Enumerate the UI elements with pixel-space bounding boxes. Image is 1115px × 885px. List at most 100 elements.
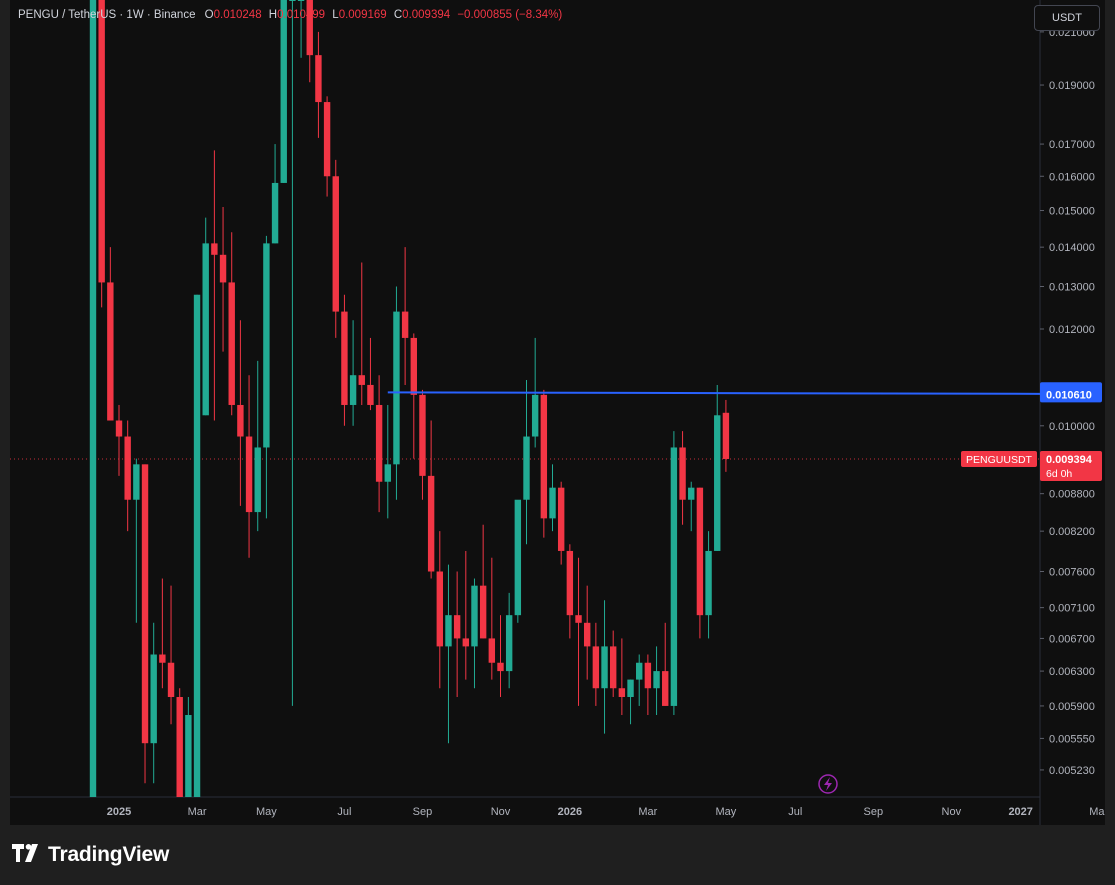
- y-tick-label: 0.007100: [1049, 603, 1095, 615]
- candle: [419, 389, 426, 500]
- candle: [254, 360, 261, 532]
- last-price-label: 0.009394 6d 0h PENGUUSDT: [961, 450, 1102, 481]
- candle: [185, 697, 192, 797]
- candle: [202, 217, 209, 416]
- candle: [523, 380, 530, 545]
- candlestick-chart[interactable]: 0.0210000.0190000.0170000.0160000.015000…: [10, 0, 1105, 825]
- candle-body: [540, 394, 548, 519]
- y-tick-label: 0.010000: [1049, 421, 1095, 433]
- legend-close: 0.009394: [402, 9, 451, 21]
- candle-body: [297, 0, 305, 1]
- candle: [211, 150, 218, 421]
- candle: [653, 646, 660, 716]
- candle-body: [514, 499, 522, 616]
- lightning-icon: [818, 774, 838, 794]
- candle-body: [436, 571, 443, 647]
- x-tick-label: 2027: [1008, 806, 1032, 818]
- x-tick-label: May: [256, 806, 277, 818]
- y-tick-label: 0.008800: [1049, 489, 1095, 501]
- candle-body: [280, 0, 287, 183]
- candle: [159, 578, 166, 689]
- candle: [670, 431, 678, 716]
- brand-name: TradingView: [48, 843, 170, 866]
- candle-body: [219, 254, 227, 283]
- y-tick-label: 0.017000: [1049, 139, 1095, 151]
- candle: [471, 578, 478, 689]
- candle-body: [315, 55, 322, 103]
- candle-body: [644, 662, 652, 689]
- candle-body: [245, 436, 253, 513]
- price-label-text: 0.009394: [1046, 454, 1093, 466]
- candle-body: [115, 420, 123, 437]
- x-tick-label: Mar: [188, 806, 207, 818]
- symbol-legend: PENGU / TetherUS · 1W · Binance O0.01024…: [18, 9, 562, 21]
- x-tick-label: 2026: [558, 806, 582, 818]
- y-tick-label: 0.019000: [1049, 80, 1095, 92]
- x-tick-label: Nov: [942, 806, 962, 818]
- candle: [566, 544, 574, 639]
- candle: [150, 622, 157, 784]
- candle: [107, 247, 114, 421]
- candle-body: [549, 487, 556, 519]
- candle: [375, 375, 383, 513]
- candle: [679, 431, 686, 525]
- y-tick-label: 0.006700: [1049, 633, 1095, 645]
- legend-close-label: C: [393, 9, 403, 21]
- candle: [514, 499, 522, 623]
- candle-body: [679, 447, 686, 500]
- candle-body: [289, 0, 296, 1]
- candle-body: [601, 646, 608, 689]
- candle: [384, 404, 391, 519]
- candle-body: [488, 638, 496, 663]
- candle-body: [211, 243, 218, 255]
- x-tick-label: May: [716, 806, 737, 818]
- countdown-text: 6d 0h: [1046, 468, 1072, 480]
- candle: [133, 458, 140, 623]
- candle: [124, 420, 131, 532]
- candle-body: [271, 182, 279, 244]
- lightning-bolt: [824, 777, 832, 791]
- y-tick-label: 0.012000: [1049, 324, 1095, 336]
- trendline: [387, 391, 1041, 395]
- candle-body: [176, 697, 183, 797]
- candle: [219, 207, 227, 352]
- currency-button[interactable]: USDT: [1034, 5, 1100, 31]
- candle-body: [332, 176, 339, 312]
- candle: [280, 0, 287, 183]
- candle-body: [185, 715, 192, 797]
- candle: [662, 622, 669, 706]
- candle: [445, 564, 452, 744]
- candle-body: [523, 436, 530, 500]
- candle: [193, 294, 201, 797]
- candle-body: [636, 662, 643, 680]
- candle: [479, 524, 487, 639]
- candle-body: [670, 447, 678, 706]
- candle: [644, 654, 652, 716]
- candle: [610, 630, 617, 698]
- candle: [323, 96, 331, 197]
- candle-body: [133, 464, 140, 500]
- candle-body: [688, 487, 695, 500]
- y-tick-label: 0.006300: [1049, 666, 1095, 678]
- candle: [575, 557, 582, 706]
- candle-body: [237, 404, 244, 437]
- y-tick-label: 0.007600: [1049, 567, 1095, 579]
- candle: [601, 600, 608, 734]
- candle: [176, 688, 183, 797]
- candle-body: [393, 311, 400, 465]
- candle: [540, 389, 548, 538]
- candle-body: [471, 585, 478, 647]
- candle-body: [696, 487, 704, 616]
- x-tick-label: 2025: [107, 806, 131, 818]
- candle: [688, 481, 695, 532]
- candle: [453, 571, 461, 698]
- candle: [358, 262, 365, 405]
- tradingview-brand[interactable]: TradingView: [12, 841, 169, 869]
- candle: [315, 31, 322, 138]
- candle: [505, 592, 513, 689]
- candle-body: [662, 671, 669, 706]
- candle: [705, 531, 712, 639]
- x-tick-label: Sep: [864, 806, 884, 818]
- chart-frame[interactable]: 0.021000 0.019000 0.017000 0.016000 0.015000…: [10, 0, 1105, 825]
- y-tick-label: 0.014000: [1049, 242, 1095, 254]
